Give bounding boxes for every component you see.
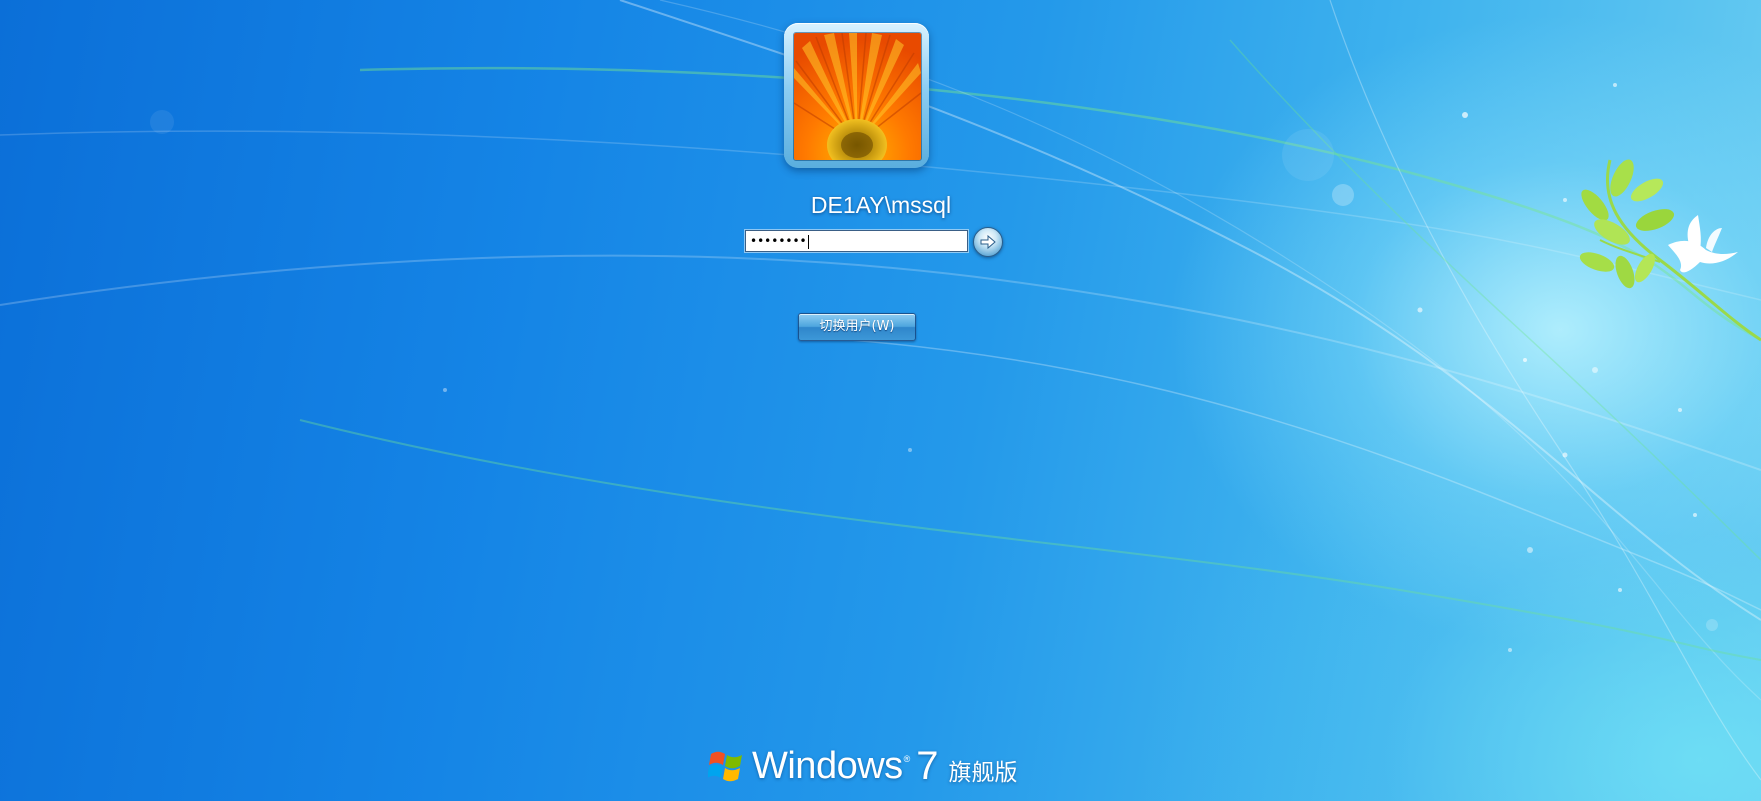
password-value: ••••••••: [750, 234, 807, 248]
password-input[interactable]: ••••••••: [745, 230, 968, 252]
branch-leaves-decoration: [1579, 159, 1761, 342]
text-caret: [807, 234, 809, 249]
switch-user-button[interactable]: 切换用户(W): [798, 313, 916, 341]
username-label: DE1AY\mssql: [810, 192, 952, 218]
bird-decoration: [1668, 215, 1738, 273]
flower-avatar-icon: [793, 32, 922, 161]
product-name: Windows: [752, 744, 903, 787]
arrow-right-icon: [980, 234, 996, 250]
product-edition: 旗舰版: [948, 760, 1018, 786]
windows-flag-icon: [708, 751, 742, 782]
registered-mark: ®: [903, 754, 911, 764]
user-avatar-tile: [784, 23, 929, 168]
submit-login-button[interactable]: [973, 227, 1003, 257]
product-version: 7: [916, 743, 939, 788]
windows-branding: Windows ® 7 旗舰版: [708, 742, 1018, 790]
login-screen: DE1AY\mssql •••••••• 切换用户(W) Windows ® 7…: [0, 0, 1761, 801]
